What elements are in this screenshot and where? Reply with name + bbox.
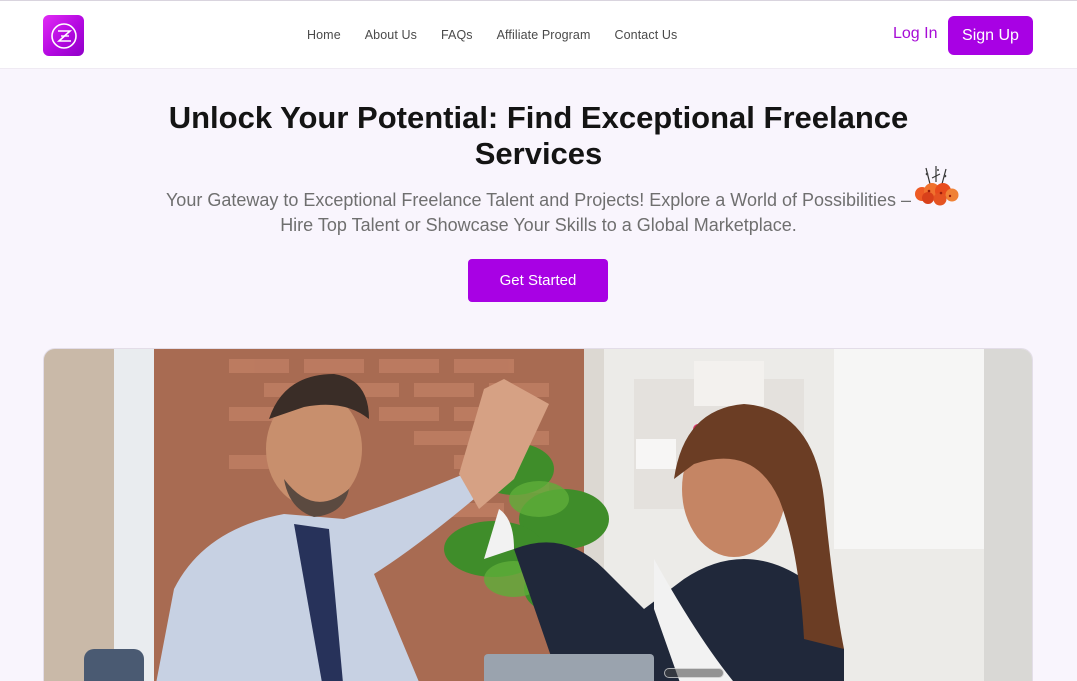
nav-about-us[interactable]: About Us [365, 28, 417, 42]
brand-logo-icon[interactable] [43, 15, 84, 56]
celebration-icon [912, 164, 960, 208]
nav-contact-us[interactable]: Contact Us [615, 28, 678, 42]
carousel-indicator[interactable] [664, 668, 724, 678]
main-nav: Home About Us FAQs Affiliate Program Con… [307, 1, 701, 69]
hero-title: Unlock Your Potential: Find Exceptional … [168, 100, 909, 171]
signup-button[interactable]: Sign Up [948, 16, 1033, 55]
nav-faqs[interactable]: FAQs [441, 28, 473, 42]
site-header: Home About Us FAQs Affiliate Program Con… [0, 1, 1077, 69]
hero-image [43, 348, 1033, 681]
nav-affiliate-program[interactable]: Affiliate Program [497, 28, 591, 42]
login-link[interactable]: Log In [893, 25, 937, 43]
hero-subtitle: Your Gateway to Exceptional Freelance Ta… [165, 190, 912, 235]
get-started-button[interactable]: Get Started [468, 259, 608, 302]
nav-home[interactable]: Home [307, 28, 341, 42]
